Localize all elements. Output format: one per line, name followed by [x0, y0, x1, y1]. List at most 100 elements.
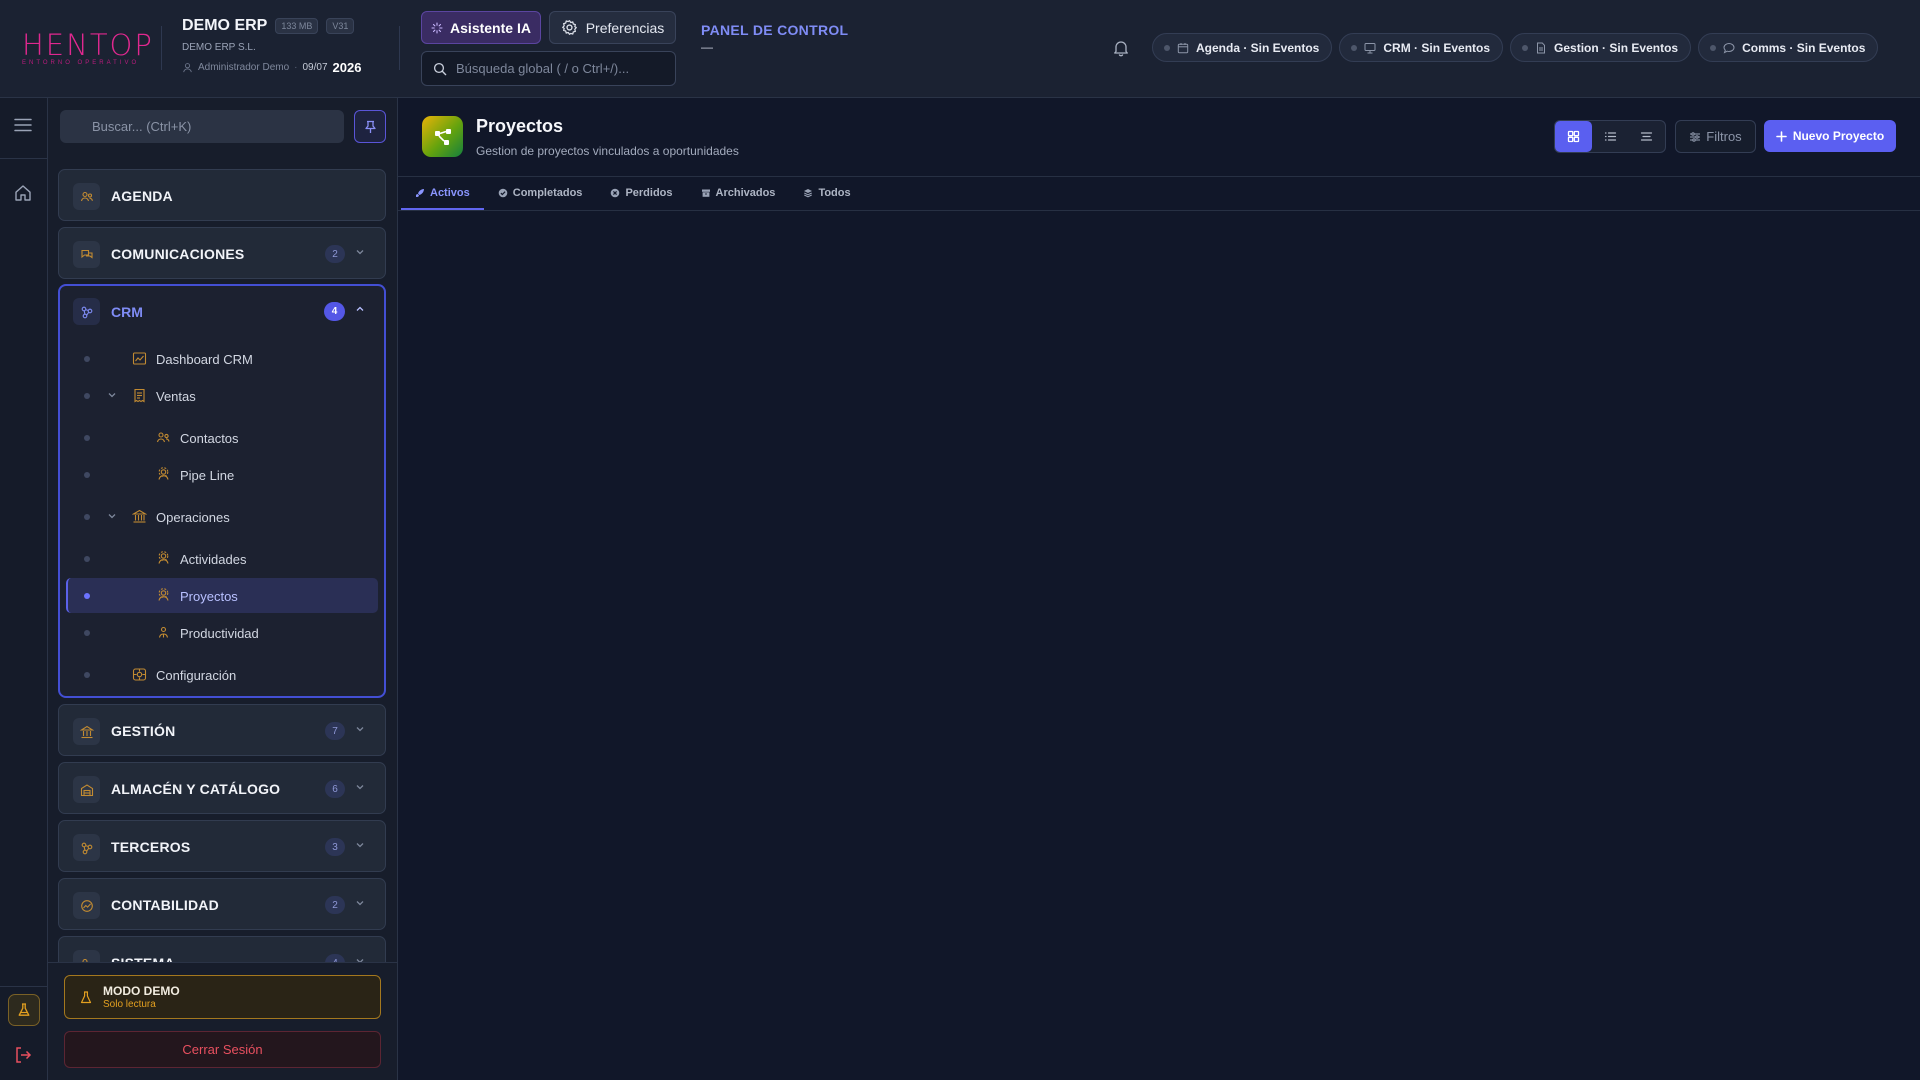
ai-assistant-label: Asistente IA — [450, 19, 531, 36]
plus-icon — [1776, 130, 1787, 142]
sliders-icon — [1689, 131, 1701, 143]
settings-badge-icon — [132, 667, 147, 682]
tab-todos[interactable]: Todos — [789, 177, 864, 210]
presentation-icon — [1364, 42, 1376, 54]
productivity-icon — [156, 625, 171, 640]
nav-group-crm: CRM 4 Dashboard CRM Ventas Contactos Pip… — [58, 284, 386, 698]
sidebar-item-ventas[interactable]: Ventas — [66, 378, 378, 413]
bank-icon — [132, 509, 147, 524]
nav-group-almacen[interactable]: ALMACÉN Y CATÁLOGO 6 — [58, 762, 386, 814]
sidebar-item-label: Dashboard CRM — [156, 352, 253, 367]
status-dot — [1164, 44, 1170, 51]
sidebar-item-operaciones[interactable]: Operaciones — [66, 499, 378, 534]
sidebar-search-input[interactable]: Buscar... (Ctrl+K) — [60, 110, 344, 143]
event-chip-agenda[interactable]: Agenda · Sin Eventos — [1152, 33, 1333, 62]
nav-group-comunicaciones[interactable]: COMUNICACIONES 2 — [58, 227, 386, 279]
grid-view-button[interactable] — [1555, 121, 1592, 152]
sidebar-item-configuracion[interactable]: Configuración — [66, 657, 378, 692]
sidebar-item-productividad[interactable]: Productividad — [66, 615, 378, 650]
compact-view-button[interactable] — [1628, 121, 1665, 152]
chevron-up-icon[interactable] — [355, 304, 365, 314]
view-mode-toggle — [1554, 120, 1666, 153]
chat-bubbles-icon — [73, 241, 100, 268]
rows-icon — [1640, 130, 1653, 143]
event-chip-label: Agenda · Sin Eventos — [1196, 40, 1320, 55]
project-status-tabs: Activos Completados Perdidos Archivados … — [401, 177, 865, 210]
chevron-down-icon[interactable] — [107, 390, 117, 400]
demo-mode-title: MODO DEMO — [103, 984, 180, 998]
user-icon — [182, 62, 193, 73]
nav-group-label: CONTABILIDAD — [111, 897, 219, 913]
event-chips: Agenda · Sin Eventos CRM · Sin Eventos G… — [1152, 33, 1879, 62]
tab-perdidos[interactable]: Perdidos — [596, 177, 686, 210]
pin-icon — [364, 120, 377, 134]
sidebar-item-dashboard-crm[interactable]: Dashboard CRM — [66, 341, 378, 376]
new-project-button[interactable]: Nuevo Proyecto — [1764, 120, 1896, 152]
sidebar-item-label: Pipe Line — [180, 468, 235, 483]
tab-label: Todos — [818, 186, 851, 199]
projects-icon — [422, 116, 463, 157]
filters-button[interactable]: Filtros — [1675, 120, 1756, 153]
building-icon — [73, 718, 100, 745]
global-search-input[interactable]: Búsqueda global ( / o Ctrl+/)... — [421, 51, 676, 86]
nav-group-gestion[interactable]: GESTIÓN 7 — [58, 704, 386, 756]
nav-group-count: 4 — [324, 302, 345, 321]
dashboard-icon — [132, 351, 147, 366]
nav-group-label: COMUNICACIONES — [111, 246, 245, 262]
nav-group-count: 6 — [325, 780, 345, 798]
home-icon[interactable] — [14, 184, 32, 202]
accounting-icon — [73, 892, 100, 919]
tab-completados[interactable]: Completados — [484, 177, 597, 210]
sidebar: Buscar... (Ctrl+K) AGENDA COMUNICACIONES… — [48, 98, 398, 1080]
projects-icon — [156, 588, 171, 603]
check-circle-icon — [498, 188, 508, 198]
company-info: DEMO ERP 133 MB V31 DEMO ERP S.L. Admini… — [182, 17, 361, 75]
pin-sidebar-button[interactable] — [354, 110, 386, 143]
header-divider — [399, 26, 400, 70]
warehouse-icon — [73, 776, 100, 803]
nav-group-label[interactable]: CRM — [111, 304, 143, 320]
sidebar-item-contactos[interactable]: Contactos — [66, 420, 378, 455]
status-dot — [1522, 44, 1529, 51]
preferences-button[interactable]: Preferencias — [549, 11, 676, 44]
company-legal-name: DEMO ERP S.L. — [182, 42, 256, 53]
memory-badge: 133 MB — [275, 18, 319, 34]
grid-icon — [1567, 130, 1580, 143]
sidebar-item-label: Contactos — [180, 431, 239, 446]
sidebar-item-actividades[interactable]: Actividades — [66, 541, 378, 576]
tab-label: Perdidos — [625, 186, 673, 199]
event-chip-gestion[interactable]: Gestion · Sin Eventos — [1510, 33, 1692, 62]
session-date: 09/07 — [302, 62, 328, 73]
tab-label: Completados — [512, 186, 583, 199]
x-circle-icon — [610, 188, 620, 198]
event-chip-crm[interactable]: CRM · Sin Eventos — [1339, 33, 1504, 62]
logout-icon[interactable] — [14, 1046, 32, 1064]
logout-button[interactable]: Cerrar Sesión — [64, 1031, 381, 1068]
global-search-placeholder: Búsqueda global ( / o Ctrl+/)... — [456, 61, 630, 76]
app-logo[interactable]: HENTOP ENTORNO OPERATIVO — [22, 31, 152, 67]
event-chip-label: Comms · Sin Eventos — [1742, 40, 1866, 55]
list-view-button[interactable] — [1592, 121, 1629, 152]
hamburger-menu-icon[interactable] — [14, 118, 32, 132]
chevron-down-icon — [355, 898, 365, 908]
nav-group-contabilidad[interactable]: CONTABILIDAD 2 — [58, 878, 386, 930]
flask-icon — [80, 991, 92, 1004]
nav-group-count: 7 — [325, 722, 345, 740]
pipeline-icon — [156, 467, 171, 482]
sidebar-item-proyectos[interactable]: Proyectos — [66, 578, 378, 613]
nav-group-terceros[interactable]: TERCEROS 3 — [58, 820, 386, 872]
session-year[interactable]: 2026 — [333, 60, 362, 75]
event-chip-comms[interactable]: Comms · Sin Eventos — [1698, 33, 1879, 62]
status-dot — [1351, 44, 1358, 51]
tab-activos[interactable]: Activos — [401, 177, 484, 210]
logo-tagline: ENTORNO OPERATIVO — [22, 60, 140, 66]
preferences-label: Preferencias — [585, 19, 665, 36]
bell-icon[interactable] — [1113, 39, 1129, 57]
nav-group-agenda[interactable]: AGENDA — [58, 169, 386, 221]
archive-icon — [701, 188, 711, 198]
ai-assistant-button[interactable]: Asistente IA — [421, 11, 541, 44]
sidebar-item-pipeline[interactable]: Pipe Line — [66, 457, 378, 492]
demo-mode-icon[interactable] — [8, 994, 40, 1026]
tab-archivados[interactable]: Archivados — [687, 177, 790, 210]
chevron-down-icon[interactable] — [107, 511, 117, 521]
